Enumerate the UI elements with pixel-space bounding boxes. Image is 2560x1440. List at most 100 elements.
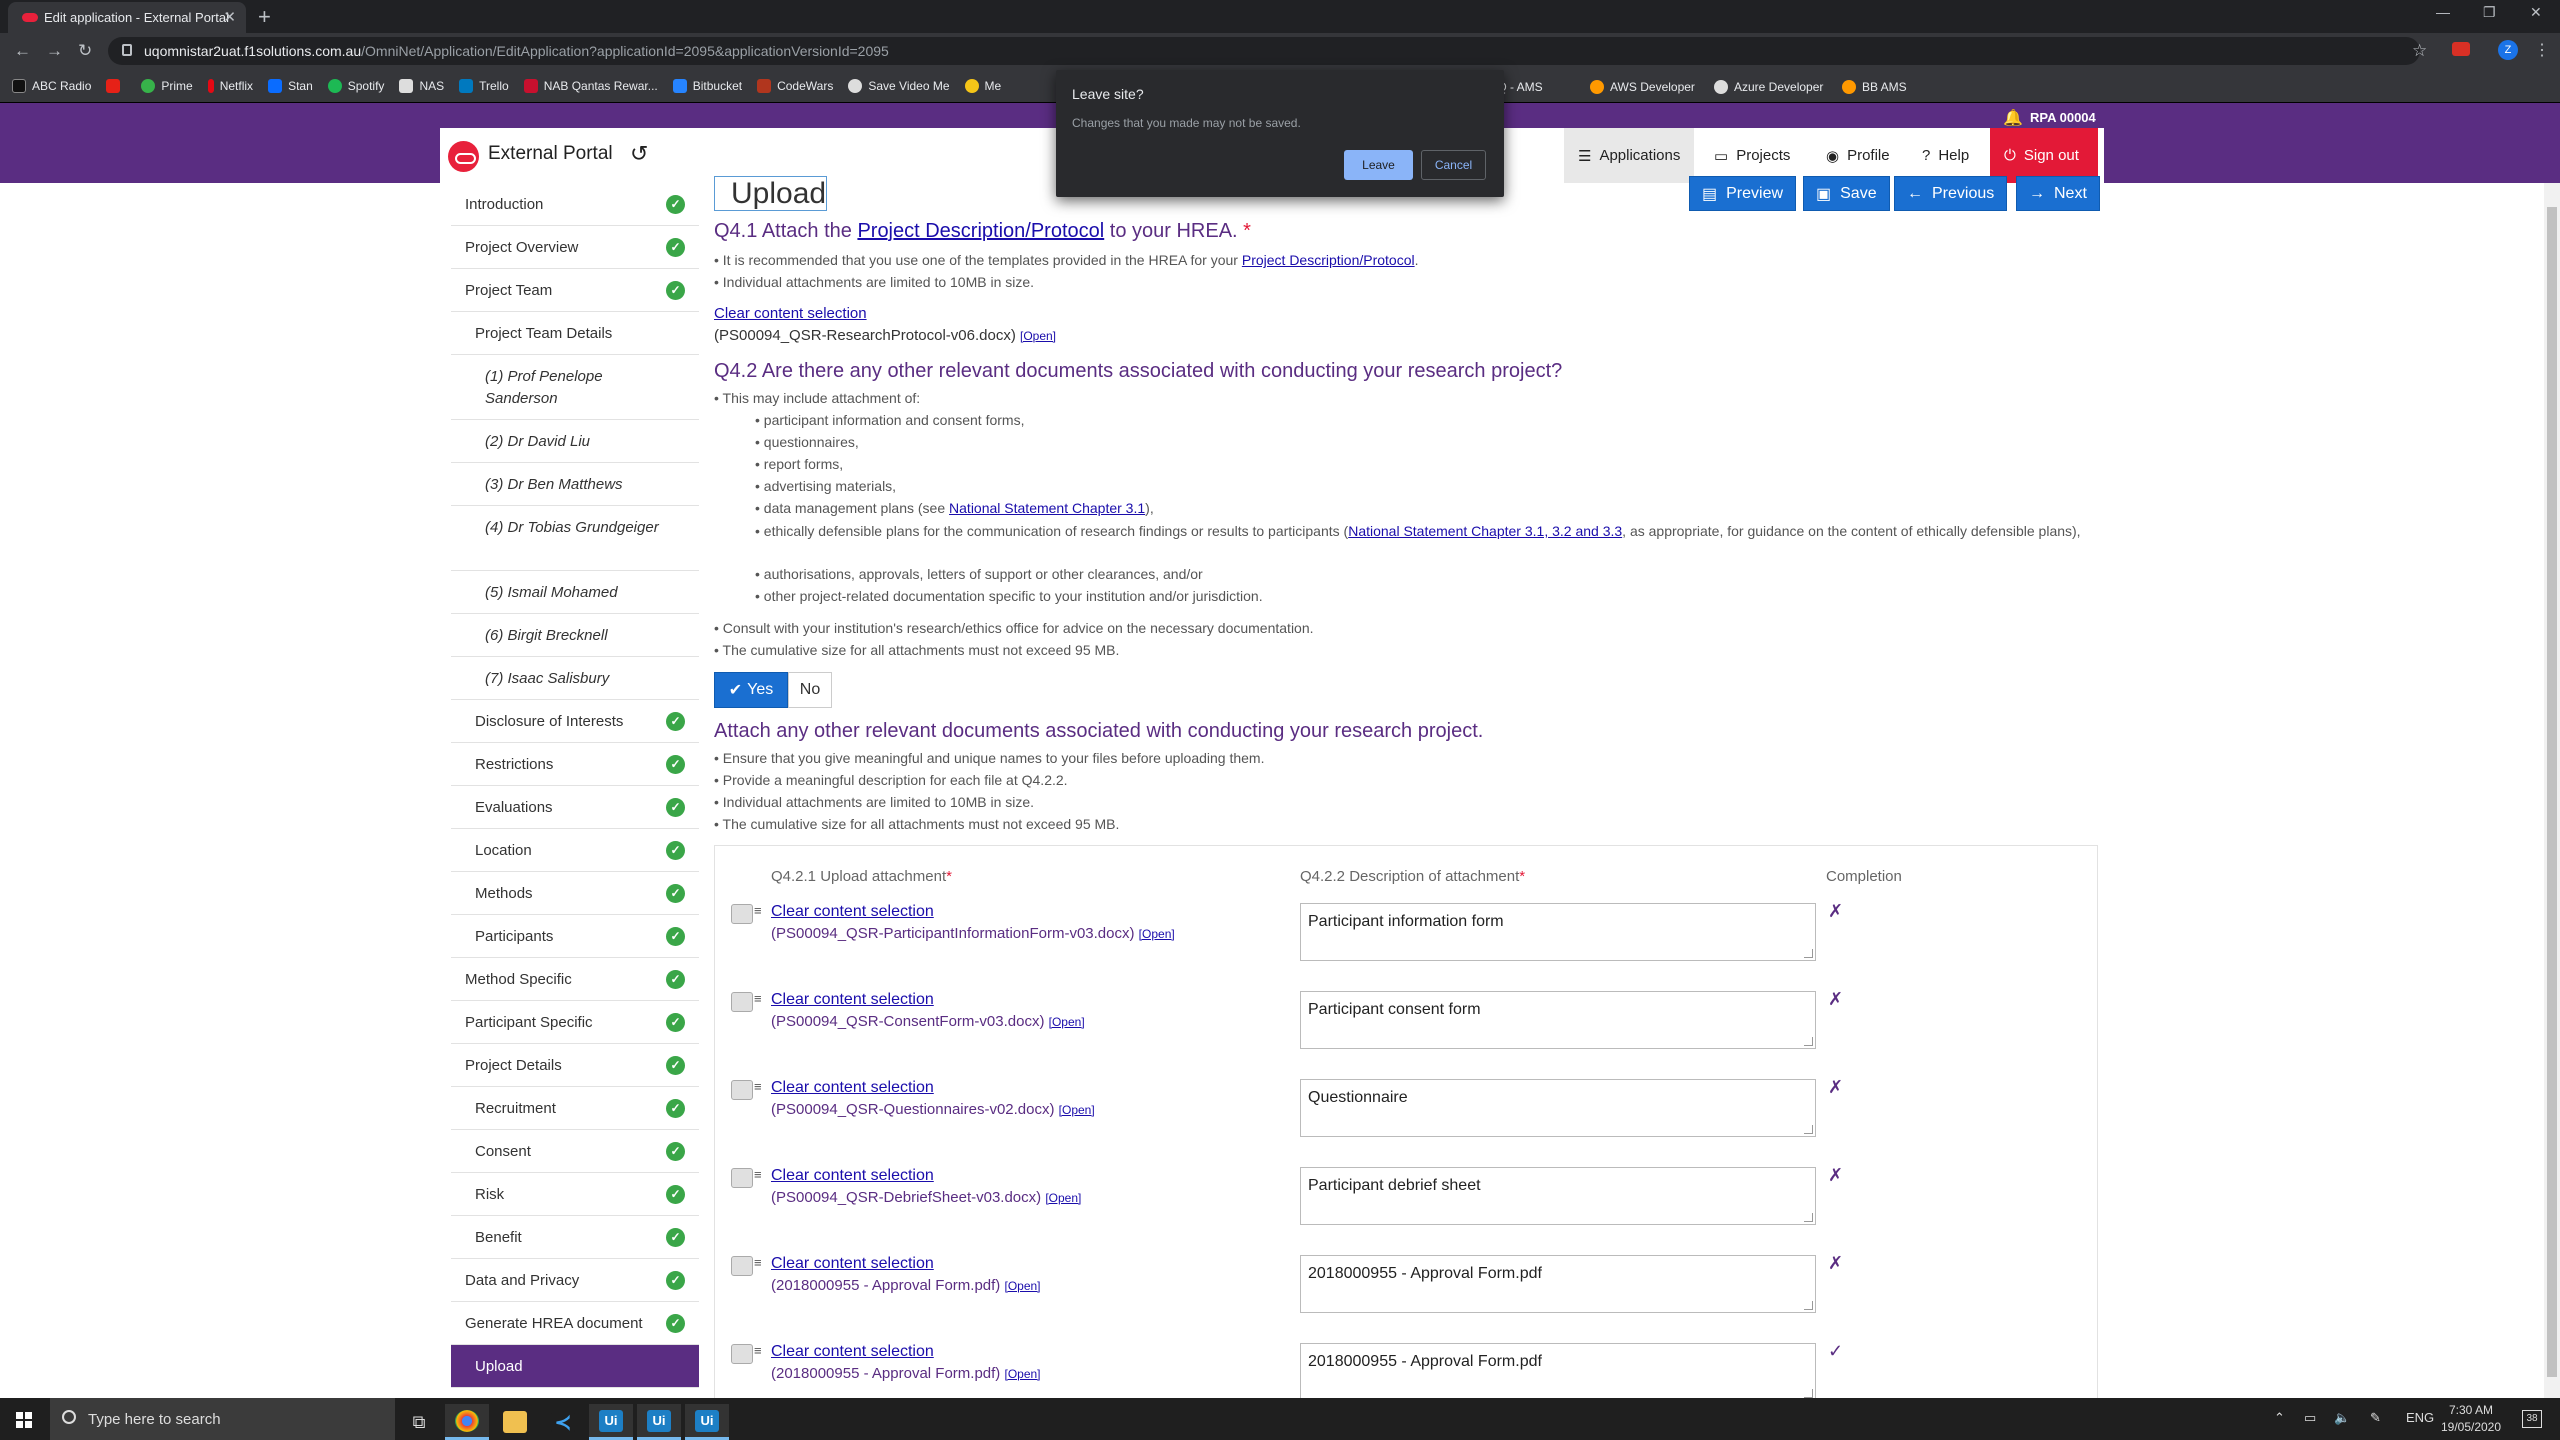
taskbar-clock[interactable]: 7:30 AM 19/05/2020	[2432, 1402, 2510, 1436]
sidebar-item[interactable]: Method Specific ✓	[451, 958, 699, 1001]
pen-icon[interactable]: ✎	[2370, 1410, 2381, 1426]
sidebar-item[interactable]: Participant Specific ✓	[451, 1001, 699, 1044]
sidebar-item[interactable]: Evaluations ✓	[451, 786, 699, 829]
next-button[interactable]: → Next	[2016, 176, 2100, 211]
address-bar[interactable]: uqomnistar2uat.f1solutions.com.au/OmniNe…	[108, 37, 2420, 65]
sidebar-item[interactable]: (4) Dr Tobias Grundgeiger	[451, 506, 699, 571]
back-icon[interactable]: ←	[14, 41, 31, 61]
protocol-template-link[interactable]: Project Description/Protocol	[1242, 252, 1415, 268]
bookmark-item[interactable]: Bitbucket	[672, 79, 742, 93]
open-link[interactable]: [Open]	[1020, 329, 1056, 343]
yes-button[interactable]: ✔ Yes	[714, 672, 788, 708]
sign-out-button[interactable]: ⏻ Sign out	[1990, 128, 2098, 183]
browser-menu-icon[interactable]: ⋮	[2534, 40, 2550, 60]
sidebar-item[interactable]: Methods ✓	[451, 872, 699, 915]
sidebar-item[interactable]: (2) Dr David Liu	[451, 420, 699, 463]
open-link[interactable]: [Open]	[1049, 1015, 1085, 1029]
bookmark-star-icon[interactable]: ☆	[2412, 41, 2427, 61]
row-select-checkbox[interactable]	[731, 1343, 762, 1364]
sidebar-item[interactable]: Restrictions ✓	[451, 743, 699, 786]
open-link[interactable]: [Open]	[1004, 1367, 1040, 1381]
window-close-icon[interactable]: ✕	[2530, 4, 2542, 21]
sidebar-item[interactable]: (3) Dr Ben Matthews	[451, 463, 699, 506]
uipath-icon[interactable]: Ui	[589, 1404, 633, 1440]
description-textarea[interactable]: 2018000955 - Approval Form.pdf	[1300, 1343, 1816, 1401]
language-indicator[interactable]: ENG	[2406, 1410, 2434, 1425]
description-textarea[interactable]: Participant information form	[1300, 903, 1816, 961]
nav-help[interactable]: ? Help	[1908, 128, 1983, 183]
bookmark-item[interactable]: BB AMS	[1842, 70, 1907, 103]
open-link[interactable]: [Open]	[1004, 1279, 1040, 1293]
sidebar-item[interactable]: Consent ✓	[451, 1130, 699, 1173]
row-select-checkbox[interactable]	[731, 1255, 762, 1276]
clear-selection-link[interactable]: Clear content selection	[771, 991, 934, 1009]
sidebar-item[interactable]: Disclosure of Interests ✓	[451, 700, 699, 743]
sidebar-item[interactable]: Participants ✓	[451, 915, 699, 958]
clear-selection-link[interactable]: Clear content selection	[771, 1343, 934, 1361]
protocol-link[interactable]: Project Description/Protocol	[857, 220, 1104, 242]
national-statement-3-1-link[interactable]: National Statement Chapter 3.1	[949, 500, 1145, 516]
row-select-checkbox[interactable]	[731, 1167, 762, 1188]
chrome-taskbar-icon[interactable]	[445, 1404, 489, 1440]
forward-icon[interactable]: →	[46, 41, 63, 61]
sidebar-item[interactable]: (1) Prof Penelope Sanderson	[451, 355, 699, 420]
bookmark-item[interactable]: Trello	[459, 79, 509, 93]
bookmark-item[interactable]: CodeWars	[757, 79, 833, 93]
no-button[interactable]: No	[788, 672, 832, 708]
sidebar-item[interactable]: Project Overview ✓	[451, 226, 699, 269]
brand-title[interactable]: External Portal	[488, 143, 613, 165]
sidebar-item[interactable]: Project Team ✓	[451, 269, 699, 312]
sidebar-item[interactable]: Risk ✓	[451, 1173, 699, 1216]
vscode-icon[interactable]: ≺	[541, 1404, 585, 1440]
open-link[interactable]: [Open]	[1059, 1103, 1095, 1117]
taskbar-search[interactable]: Type here to search	[50, 1398, 395, 1440]
clear-selection-link[interactable]: Clear content selection	[771, 1079, 934, 1097]
windows-start-icon[interactable]	[16, 1412, 32, 1428]
sidebar-item[interactable]: Location ✓	[451, 829, 699, 872]
leave-button[interactable]: Leave	[1344, 150, 1413, 180]
notification-icon[interactable]: 38	[2522, 1410, 2542, 1428]
uipath-icon[interactable]: Ui	[685, 1404, 729, 1440]
bookmark-item[interactable]: Save Video Me	[848, 79, 950, 93]
sidebar-item[interactable]: Benefit ✓	[451, 1216, 699, 1259]
sidebar-item[interactable]: Upload	[451, 1345, 699, 1388]
bell-icon[interactable]: 🔔	[2003, 108, 2023, 128]
description-textarea[interactable]: Questionnaire	[1300, 1079, 1816, 1137]
restore-icon[interactable]: ❐	[2483, 4, 2496, 21]
bookmark-item[interactable]	[106, 79, 126, 93]
network-icon[interactable]: ▭	[2304, 1410, 2316, 1426]
description-textarea[interactable]: 2018000955 - Approval Form.pdf	[1300, 1255, 1816, 1313]
scrollbar-thumb[interactable]	[2547, 207, 2557, 1377]
minimize-icon[interactable]: —	[2436, 4, 2450, 20]
bookmark-item[interactable]: NAS	[399, 79, 444, 93]
user-id[interactable]: RPA 00004	[2030, 110, 2096, 125]
row-select-checkbox[interactable]	[731, 1079, 762, 1100]
sidebar-item[interactable]: Generate HREA document ✓	[451, 1302, 699, 1345]
nav-projects[interactable]: ▭ Projects	[1700, 128, 1804, 183]
file-explorer-icon[interactable]	[493, 1404, 537, 1440]
save-button[interactable]: ▣ Save	[1803, 176, 1890, 211]
new-tab-icon[interactable]: +	[258, 4, 271, 30]
row-select-checkbox[interactable]	[731, 991, 762, 1012]
nav-profile[interactable]: ◉ Profile	[1812, 128, 1904, 183]
bookmark-item[interactable]: AWS Developer	[1590, 70, 1695, 103]
task-view-icon[interactable]: ⧉	[397, 1404, 441, 1440]
sidebar-item[interactable]: Introduction ✓	[451, 183, 699, 226]
row-select-checkbox[interactable]	[731, 903, 762, 924]
history-icon[interactable]: ↺	[630, 141, 648, 167]
sidebar-item[interactable]: Data and Privacy ✓	[451, 1259, 699, 1302]
extension-icon[interactable]	[2452, 42, 2470, 56]
cancel-button[interactable]: Cancel	[1421, 150, 1486, 180]
sidebar-item[interactable]: (6) Birgit Brecknell	[451, 614, 699, 657]
bookmark-item[interactable]: Prime	[141, 79, 193, 93]
q41-clear-link[interactable]: Clear content selection	[714, 305, 867, 322]
open-link[interactable]: [Open]	[1045, 1191, 1081, 1205]
previous-button[interactable]: ← Previous	[1894, 176, 2008, 211]
bookmark-item[interactable]: Netflix	[207, 79, 253, 93]
tab-close-icon[interactable]: ✕	[223, 8, 236, 26]
bookmark-item[interactable]: Me	[964, 79, 1001, 93]
profile-avatar[interactable]: Z	[2498, 40, 2518, 60]
sidebar-item[interactable]: Project Details ✓	[451, 1044, 699, 1087]
reload-icon[interactable]: ↻	[78, 41, 92, 61]
description-textarea[interactable]: Participant debrief sheet	[1300, 1167, 1816, 1225]
